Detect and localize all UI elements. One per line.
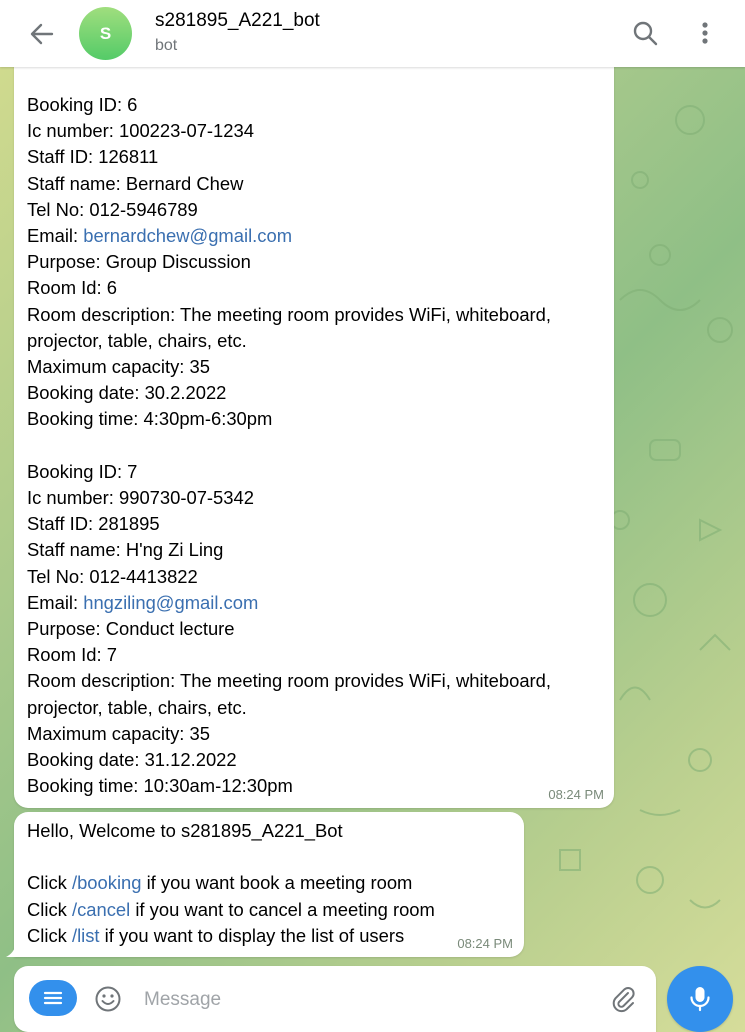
avatar[interactable]: S <box>79 7 132 60</box>
email-link[interactable]: hngziling@gmail.com <box>83 592 258 613</box>
bot-menu-button[interactable] <box>29 980 77 1016</box>
paperclip-icon[interactable] <box>608 984 638 1014</box>
microphone-icon <box>690 987 710 1012</box>
message-input[interactable] <box>142 984 586 1016</box>
search-icon[interactable] <box>630 18 660 48</box>
chat-header: S s281895_A221_bot bot <box>0 0 745 67</box>
more-vertical-icon[interactable] <box>690 18 720 48</box>
back-arrow-icon[interactable] <box>26 18 58 50</box>
message-text: Hello, Welcome to s281895_A221_Bot Click… <box>27 820 435 946</box>
message-bubble[interactable]: Booking ID: 6 Ic number: 100223-07-1234 … <box>14 52 614 808</box>
message-bubble[interactable]: Hello, Welcome to s281895_A221_Bot Click… <box>14 812 524 957</box>
message-timestamp: 08:24 PM <box>457 936 513 951</box>
bubble-tail <box>6 944 16 957</box>
voice-record-button[interactable] <box>667 966 733 1032</box>
message-composer <box>14 966 656 1032</box>
chat-status: bot <box>155 37 178 54</box>
message-timestamp: 08:24 PM <box>548 787 604 802</box>
menu-icon <box>43 991 63 1005</box>
command-booking-link[interactable]: /booking <box>72 872 142 893</box>
command-list-link[interactable]: /list <box>72 925 100 946</box>
command-cancel-link[interactable]: /cancel <box>72 899 130 920</box>
email-link[interactable]: bernardchew@gmail.com <box>83 225 292 246</box>
emoji-icon[interactable] <box>94 985 122 1013</box>
chat-title[interactable]: s281895_A221_bot <box>155 10 320 32</box>
message-text: Booking ID: 6 Ic number: 100223-07-1234 … <box>27 94 552 797</box>
